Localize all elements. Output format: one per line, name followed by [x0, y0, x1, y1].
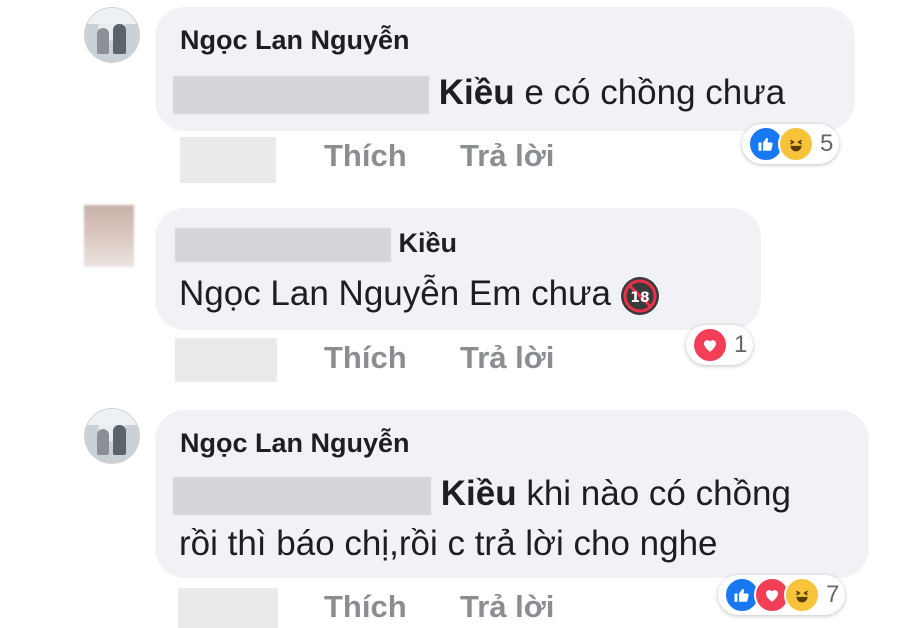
comment-text: Kiều e có chồng chưa [173, 73, 785, 114]
reaction-count: 7 [826, 581, 840, 608]
comment-bubble: Ngọc Lan Nguyễn Kiều khi nào có chồng rồ… [155, 410, 869, 578]
comment-body: e có chồng chưa [524, 73, 786, 112]
author-avatar[interactable] [84, 7, 140, 63]
reaction-summary[interactable]: 1 [686, 325, 754, 365]
comment-bubble: Kiều Ngọc Lan Nguyễn Em chưa 18 [155, 208, 761, 330]
like-button[interactable]: Thích [324, 138, 407, 174]
comment-author[interactable]: Kiều [175, 228, 457, 262]
like-button[interactable]: Thích [324, 340, 407, 376]
svg-text:18: 18 [630, 290, 649, 306]
comment-body: khi nào có chồng [526, 474, 791, 513]
reply-button[interactable]: Trả lời [460, 589, 554, 625]
reaction-count: 1 [734, 331, 748, 358]
comment-text-line-1: Kiều khi nào có chồng [173, 474, 791, 515]
mention-link[interactable]: Kiều [439, 73, 515, 112]
blurred-name [173, 476, 431, 515]
blurred-name [175, 228, 391, 262]
like-button[interactable]: Thích [324, 589, 407, 625]
love-icon [692, 327, 728, 363]
comment-bubble: Ngọc Lan Nguyễn Kiều e có chồng chưa [155, 7, 855, 131]
reply-button[interactable]: Trả lời [460, 340, 554, 376]
no-under-18-icon: 18 [619, 275, 661, 317]
blurred-timestamp [175, 338, 277, 382]
mention-link[interactable]: Kiều [441, 474, 517, 513]
blurred-timestamp [180, 137, 276, 183]
haha-icon [778, 126, 814, 162]
comment-text: Ngọc Lan Nguyễn Em chưa 18 [179, 274, 661, 317]
comment-body: Ngọc Lan Nguyễn Em chưa [179, 274, 611, 313]
reaction-summary[interactable]: 7 [718, 575, 846, 615]
reply-button[interactable]: Trả lời [460, 138, 554, 174]
author-avatar[interactable] [84, 408, 140, 464]
comment-text-line-2: rồi thì báo chị,rồi c trả lời cho nghe [179, 524, 718, 563]
blurred-name [173, 75, 429, 114]
comment-author[interactable]: Ngọc Lan Nguyễn [180, 428, 410, 459]
reaction-count: 5 [820, 130, 834, 157]
author-avatar[interactable] [84, 205, 134, 267]
reaction-summary[interactable]: 5 [742, 124, 840, 164]
blurred-timestamp [178, 588, 278, 628]
comment-author[interactable]: Ngọc Lan Nguyễn [180, 25, 410, 56]
haha-icon [784, 577, 820, 613]
